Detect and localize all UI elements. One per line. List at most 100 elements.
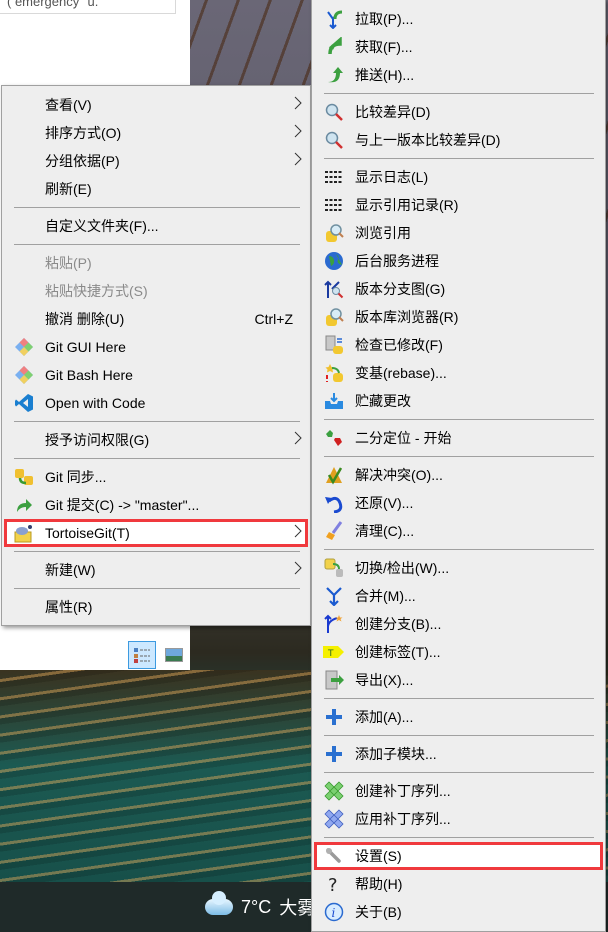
add-icon [314,740,354,768]
separator-line [324,837,594,838]
thumbnail-view-icon [165,648,183,662]
repo-browse-icon [314,219,354,247]
menu-separator [314,694,603,703]
tortoisegit-submenu: 拉取(P)... 获取(F)... 推送(H)... 比较差异(D) 与上一版本比较差异… [311,0,606,932]
menu-item-label: 显示日志(L) [355,169,429,185]
menu-item-git-bash-here[interactable]: Git Bash Here [4,361,308,389]
menu-item-label: 属性(R) [45,599,93,615]
menu-item-label: 切换/检出(W)... [355,560,450,576]
menu-item-item-33[interactable]: 创建补丁序列... [314,777,603,805]
menu-item-item-26[interactable]: T 创建标签(T)... [314,638,603,666]
menu-item-item-14[interactable]: 变基(rebase)... [314,359,603,387]
check-mods-icon [314,331,354,359]
menu-item-item-13[interactable]: 检查已修改(F) [314,331,603,359]
help-icon: ? [314,870,354,898]
search-input[interactable]: ( emergency" u. [0,0,176,14]
details-view-button[interactable] [128,641,156,669]
menu-item-item-1[interactable]: 排序方式(O) [4,119,308,147]
menu-item-item-2[interactable]: 分组依据(P) [4,147,308,175]
menu-separator [4,240,308,249]
branch-icon [314,610,354,638]
blank-icon [4,426,44,454]
menu-item-git[interactable]: Git 同步... [4,463,308,491]
menu-item-item-5[interactable]: 与上一版本比较差异(D) [314,126,603,154]
menu-item-item-21[interactable]: 清理(C)... [314,517,603,545]
menu-item-item-12[interactable]: 版本库浏览器(R) [314,303,603,331]
menu-item-open-with-code[interactable]: Open with Code [4,389,308,417]
separator-line [14,551,300,552]
blank-icon [4,277,44,305]
menu-item-item-2[interactable]: 推送(H)... [314,61,603,89]
menu-item-item-27[interactable]: 导出(X)... [314,666,603,694]
menu-item-item-17[interactable]: 二分定位 - 开始 [314,424,603,452]
separator-line [324,698,594,699]
pull-icon [314,5,354,33]
menu-item-item-15[interactable]: 贮藏更改 [314,387,603,415]
globe-icon [314,247,354,275]
menu-item-label: 版本分支图(G) [355,281,446,297]
cleanup-icon [314,517,354,545]
menu-item-item-3[interactable]: 刷新(E) [4,175,308,203]
menu-item-tortoisegit[interactable]: TortoiseGit(T) [4,519,308,547]
menu-item-item-0[interactable]: 拉取(P)... [314,5,603,33]
menu-item-label: 新建(W) [45,562,96,578]
menu-item-item-20[interactable]: 还原(V)... [314,489,603,517]
blank-icon [4,91,44,119]
menu-item-item-34[interactable]: 应用补丁序列... [314,805,603,833]
menu-item-item-9[interactable]: 撤消 删除(U) Ctrl+Z [4,305,308,333]
menu-item-label: 还原(V)... [355,495,414,511]
menu-item-label: 二分定位 - 开始 [355,430,452,446]
menu-item-label: 添加子模块... [355,746,437,762]
weather-description: 大雾 [279,898,316,918]
menu-item-item-19[interactable]: 解决冲突(O)... [314,461,603,489]
menu-item-item-4[interactable]: 比较差异(D) [314,98,603,126]
svg-text:?: ? [328,875,338,894]
menu-item-item-0[interactable]: 查看(V) [4,91,308,119]
push-icon [314,61,354,89]
menu-separator [314,833,603,842]
fetch-icon [314,33,354,61]
svg-text:T: T [327,649,334,659]
separator-line [324,158,594,159]
chevron-right-icon [288,524,308,543]
menu-item-label: 解决冲突(O)... [355,467,443,483]
menu-item-git[interactable]: Git 提交(C) -> "master"... [4,491,308,519]
git-gui-icon [4,361,44,389]
menu-item-item-38[interactable]: i 关于(B) [314,898,603,926]
blank-icon [4,147,44,175]
switch-icon [314,554,354,582]
menu-item-label: 版本库浏览器(R) [355,309,459,325]
menu-item-item-5[interactable]: 自定义文件夹(F)... [4,212,308,240]
menu-item-item-36[interactable]: 设置(S) [314,842,603,870]
blank-icon [4,212,44,240]
resolve-icon [314,461,354,489]
menu-item-item-8[interactable]: 显示引用记录(R) [314,191,603,219]
menu-item-item-7[interactable]: 显示日志(L) [314,163,603,191]
separator-line [14,588,300,589]
menu-separator [4,547,308,556]
menu-item-item-1[interactable]: 获取(F)... [314,33,603,61]
menu-item-item-25[interactable]: 创建分支(B)... [314,610,603,638]
menu-item-git-gui-here[interactable]: Git GUI Here [4,333,308,361]
menu-item-item-37[interactable]: ? 帮助(H) [314,870,603,898]
menu-item-item-31[interactable]: 添加子模块... [314,740,603,768]
menu-item-item-9[interactable]: 浏览引用 [314,219,603,247]
menu-item-label: 推送(H)... [355,67,415,83]
menu-item-item-23[interactable]: 切换/检出(W)... [314,554,603,582]
separator-line [324,549,594,550]
menu-item-label: 合并(M)... [355,588,416,604]
large-icons-view-button[interactable] [160,641,188,669]
weather-widget[interactable]: 7°C 大雾 [205,891,316,920]
separator-line [324,456,594,457]
menu-item-item-20[interactable]: 新建(W) [4,556,308,584]
separator-line [14,244,300,245]
add-icon [314,703,354,731]
menu-item-item-14[interactable]: 授予访问权限(G) [4,426,308,454]
menu-item-item-10[interactable]: 后台服务进程 [314,247,603,275]
menu-item-item-24[interactable]: 合并(M)... [314,582,603,610]
stash-icon [314,387,354,415]
menu-item-item-29[interactable]: 添加(A)... [314,703,603,731]
menu-separator [314,154,603,163]
menu-item-item-11[interactable]: 版本分支图(G) [314,275,603,303]
menu-item-item-22[interactable]: 属性(R) [4,593,308,621]
